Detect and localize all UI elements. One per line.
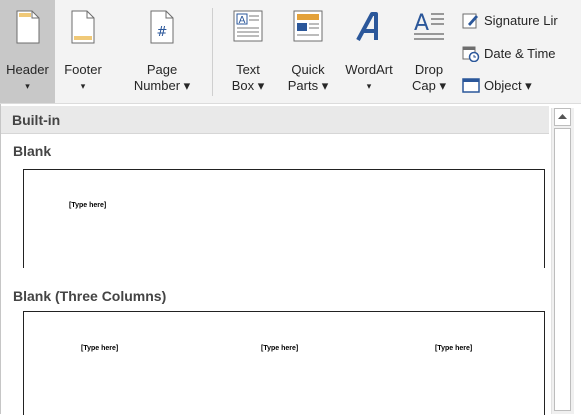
quick-parts-label-1: Quick: [291, 62, 325, 77]
page-number-icon: #: [150, 10, 174, 49]
wordart-icon: [354, 10, 384, 49]
scroll-thumb[interactable]: [554, 128, 571, 411]
signature-line-label: Signature Lir: [484, 13, 558, 28]
drop-cap-label-1: Drop: [414, 62, 444, 77]
object-icon: [462, 78, 480, 101]
quick-parts-label-2: Parts ▾: [287, 78, 329, 93]
signature-line-icon: [462, 13, 480, 36]
date-time-label: Date & Time: [484, 46, 556, 61]
gallery-scrollbar[interactable]: [551, 108, 574, 414]
quick-parts-button[interactable]: Quick Parts ▾: [280, 0, 336, 103]
placeholder-text: [Type here]: [435, 345, 473, 352]
page-number-label-2: Number ▾: [133, 78, 191, 93]
svg-text:#: #: [157, 25, 168, 40]
svg-text:A: A: [239, 15, 246, 26]
blank-header-option[interactable]: [Type here]: [23, 169, 545, 268]
blank-three-columns-header-option[interactable]: [Type here] [Type here] [Type here]: [23, 311, 545, 415]
drop-cap-icon: A: [412, 10, 446, 49]
drop-cap-label-2: Cap ▾: [412, 78, 446, 93]
header-button[interactable]: Header ▾: [0, 0, 55, 103]
svg-text:A: A: [414, 11, 429, 36]
footer-label: Footer: [64, 62, 102, 77]
wordart-button[interactable]: WordArt ▾: [338, 0, 400, 103]
group-divider: [212, 8, 213, 96]
footer-button[interactable]: Footer ▾: [59, 0, 107, 103]
category-heading: Built-in: [1, 106, 549, 134]
insert-ribbon: Header ▾ Footer ▾ # Page Number ▾ A Text…: [0, 0, 581, 104]
placeholder-text: [Type here]: [261, 345, 299, 352]
footer-caret: ▾: [80, 81, 86, 91]
gallery-item-title: Blank (Three Columns): [13, 288, 167, 304]
header-caret: ▾: [25, 81, 30, 91]
header-label: Header: [6, 62, 49, 77]
text-box-label-2: Box ▾: [231, 78, 265, 93]
quick-parts-icon: [293, 10, 323, 47]
text-box-label-1: Text: [236, 62, 260, 77]
gallery-item-title: Blank: [13, 143, 52, 159]
wordart-label: WordArt: [345, 62, 393, 77]
page-number-label-1: Page: [146, 62, 178, 77]
scroll-up-arrow-icon: [558, 114, 567, 119]
placeholder-text: [Type here]: [69, 202, 107, 209]
page-number-button[interactable]: # Page Number ▾: [128, 0, 196, 103]
footer-icon: [71, 10, 95, 49]
drop-cap-button[interactable]: A Drop Cap ▾: [404, 0, 454, 103]
object-label: Object ▾: [484, 78, 532, 93]
calendar-clock-icon: [462, 46, 480, 69]
wordart-caret: ▾: [366, 81, 372, 91]
placeholder-text: [Type here]: [81, 345, 119, 352]
header-icon: [16, 10, 40, 49]
text-box-button[interactable]: A Text Box ▾: [222, 0, 274, 103]
scroll-up-button[interactable]: [554, 108, 571, 126]
text-box-icon: A: [233, 10, 263, 47]
header-gallery-dropdown: Built-in Blank [Type here] Blank (Three …: [0, 104, 581, 415]
